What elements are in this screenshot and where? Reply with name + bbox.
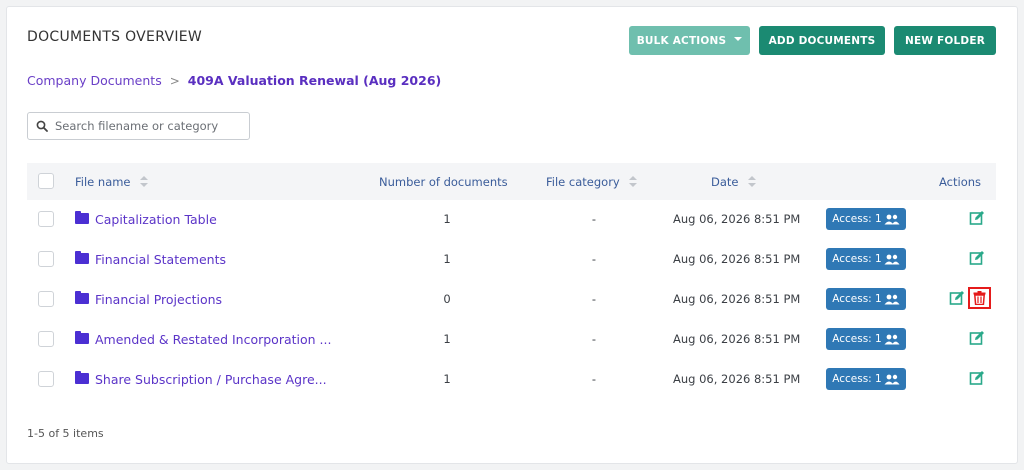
document-count: 1 (443, 212, 451, 226)
document-count: 1 (443, 372, 451, 386)
file-name-cell[interactable]: Share Subscription / Purchase Agre... (75, 359, 327, 399)
file-name-link[interactable]: Share Subscription / Purchase Agre... (95, 372, 327, 387)
table-row: Amended & Restated Incorporation ... 1 -… (27, 319, 996, 359)
edit-icon[interactable] (969, 330, 985, 346)
breadcrumb-parent-link[interactable]: Company Documents (27, 73, 162, 88)
column-file-name[interactable]: File name (75, 163, 148, 200)
row-checkbox[interactable] (38, 291, 54, 307)
column-date-label: Date (711, 174, 739, 189)
table-row: Financial Statements 1 - Aug 06, 2026 8:… (27, 239, 996, 279)
file-category: - (591, 292, 597, 306)
pagination-summary: 1-5 of 5 items (27, 427, 104, 440)
folder-icon (75, 250, 89, 264)
file-name-link[interactable]: Amended & Restated Incorporation ... (95, 332, 331, 347)
column-number-of-documents-label: Number of documents (379, 174, 508, 189)
row-checkbox[interactable] (38, 211, 54, 227)
edit-icon[interactable] (969, 210, 985, 226)
column-date[interactable]: Date (711, 163, 756, 200)
access-badge[interactable]: Access: 1 (826, 208, 906, 230)
table-row: Share Subscription / Purchase Agre... 1 … (27, 359, 996, 399)
file-name-link[interactable]: Capitalization Table (95, 212, 217, 227)
table-row: Capitalization Table 1 - Aug 06, 2026 8:… (27, 199, 996, 239)
folder-icon (75, 210, 89, 224)
edit-icon[interactable] (949, 290, 965, 306)
new-folder-button[interactable]: NEW FOLDER (894, 26, 996, 55)
delete-button[interactable] (968, 287, 991, 309)
users-icon (884, 214, 900, 224)
file-category: - (591, 372, 597, 386)
document-count: 1 (443, 332, 451, 346)
date-cell: Aug 06, 2026 8:51 PM (673, 292, 801, 306)
breadcrumb-current: 409A Valuation Renewal (Aug 2026) (187, 73, 442, 88)
file-name-cell[interactable]: Financial Projections (75, 279, 222, 319)
column-file-category-label: File category (546, 174, 620, 189)
access-label: Access: 1 (832, 333, 882, 345)
breadcrumb-separator: > (169, 73, 180, 88)
table-row: Financial Projections 0 - Aug 06, 2026 8… (27, 279, 996, 319)
row-checkbox[interactable] (38, 371, 54, 387)
bulk-actions-label: BULK ACTIONS (636, 34, 727, 47)
access-badge[interactable]: Access: 1 (826, 288, 906, 310)
search-input[interactable] (55, 119, 235, 133)
access-badge[interactable]: Access: 1 (826, 248, 906, 270)
breadcrumb: Company Documents > 409A Valuation Renew… (27, 73, 441, 88)
file-name-link[interactable]: Financial Statements (95, 252, 226, 267)
file-name-link[interactable]: Financial Projections (95, 292, 222, 307)
access-label: Access: 1 (832, 293, 882, 305)
users-icon (884, 374, 900, 384)
file-name-cell[interactable]: Capitalization Table (75, 199, 217, 239)
users-icon (884, 294, 900, 304)
date-cell: Aug 06, 2026 8:51 PM (673, 332, 801, 346)
folder-icon (75, 370, 89, 384)
add-documents-button[interactable]: ADD DOCUMENTS (759, 26, 885, 55)
file-name-cell[interactable]: Amended & Restated Incorporation ... (75, 319, 331, 359)
sort-icon[interactable] (139, 176, 148, 187)
access-label: Access: 1 (832, 213, 882, 225)
file-category: - (591, 252, 597, 266)
users-icon (884, 334, 900, 344)
document-count: 0 (443, 292, 451, 306)
sort-icon[interactable] (628, 176, 637, 187)
search-icon (36, 120, 48, 132)
document-count: 1 (443, 252, 451, 266)
file-name-cell[interactable]: Financial Statements (75, 239, 226, 279)
date-cell: Aug 06, 2026 8:51 PM (673, 372, 801, 386)
column-file-name-label: File name (75, 174, 131, 189)
column-actions-label: Actions (939, 174, 982, 189)
row-checkbox[interactable] (38, 251, 54, 267)
column-file-category[interactable]: File category (546, 163, 637, 200)
select-all-checkbox[interactable] (38, 173, 54, 189)
caret-down-icon (734, 36, 743, 41)
bulk-actions-button[interactable]: BULK ACTIONS (629, 26, 750, 55)
folder-icon (75, 290, 89, 304)
row-checkbox[interactable] (38, 331, 54, 347)
column-number-of-documents: Number of documents (379, 163, 508, 200)
folder-icon (75, 330, 89, 344)
table-header: File name Number of documents File categ… (27, 163, 996, 200)
edit-icon[interactable] (969, 250, 985, 266)
date-cell: Aug 06, 2026 8:51 PM (673, 212, 801, 226)
search-box[interactable] (27, 112, 250, 140)
page-title: DOCUMENTS OVERVIEW (27, 29, 203, 45)
sort-icon[interactable] (747, 176, 756, 187)
access-badge[interactable]: Access: 1 (826, 368, 906, 390)
users-icon (884, 254, 900, 264)
access-badge[interactable]: Access: 1 (826, 328, 906, 350)
trash-icon (973, 291, 986, 305)
date-cell: Aug 06, 2026 8:51 PM (673, 252, 801, 266)
access-label: Access: 1 (832, 373, 882, 385)
column-actions: Actions (939, 163, 981, 200)
access-label: Access: 1 (832, 253, 882, 265)
edit-icon[interactable] (969, 370, 985, 386)
documents-card: DOCUMENTS OVERVIEW BULK ACTIONS ADD DOCU… (6, 6, 1018, 464)
file-category: - (591, 212, 597, 226)
file-category: - (591, 332, 597, 346)
